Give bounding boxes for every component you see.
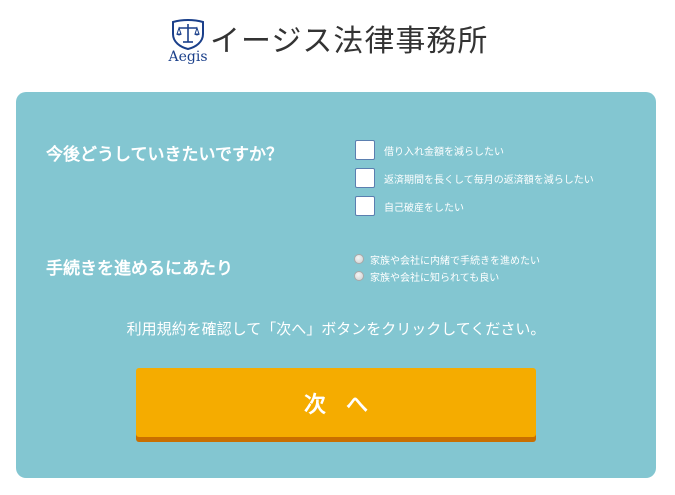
option-label: 返済期間を長くして毎月の返済額を減らしたい	[384, 174, 594, 186]
option-reduce-debt[interactable]: 借り入れ金額を減らしたい	[355, 138, 504, 162]
bankruptcy-checkbox[interactable]	[355, 196, 375, 216]
option-extend-repayment[interactable]: 返済期間を長くして毎月の返済額を減らしたい	[355, 166, 594, 190]
next-button[interactable]: 次へ	[136, 368, 536, 437]
option-ok-to-know[interactable]: 家族や会社に知られても良い	[354, 269, 500, 284]
option-label: 家族や会社に知られても良い	[370, 272, 500, 284]
site-title: イージス法律事務所	[210, 24, 489, 59]
option-keep-secret[interactable]: 家族や会社に内緒で手続きを進めたい	[354, 252, 540, 267]
option-bankruptcy[interactable]: 自己破産をしたい	[355, 194, 464, 218]
terms-notice: 利用規約を確認して「次へ」ボタンをクリックしてください。	[126, 320, 546, 338]
keep-secret-radio[interactable]	[354, 254, 364, 264]
extend-repayment-checkbox[interactable]	[355, 168, 375, 188]
reduce-debt-checkbox[interactable]	[355, 140, 375, 160]
ok-to-know-radio[interactable]	[354, 271, 364, 281]
option-label: 借り入れ金額を減らしたい	[384, 146, 504, 158]
option-label: 自己破産をしたい	[384, 202, 464, 214]
question-procedure-label: 手続きを進めるにあたり	[46, 259, 233, 279]
scales-of-justice-icon	[172, 18, 204, 50]
option-label: 家族や会社に内緒で手続きを進めたい	[370, 255, 540, 267]
question-goal-label: 今後どうしていきたいですか？	[46, 145, 283, 165]
aegis-logo[interactable]: Aegis	[165, 18, 211, 68]
header: Aegis イージス法律事務所	[0, 0, 675, 80]
logo-text: Aegis	[168, 49, 208, 65]
form-panel: 今後どうしていきたいですか？ 借り入れ金額を減らしたい 返済期間を長くして毎月の…	[16, 92, 656, 478]
